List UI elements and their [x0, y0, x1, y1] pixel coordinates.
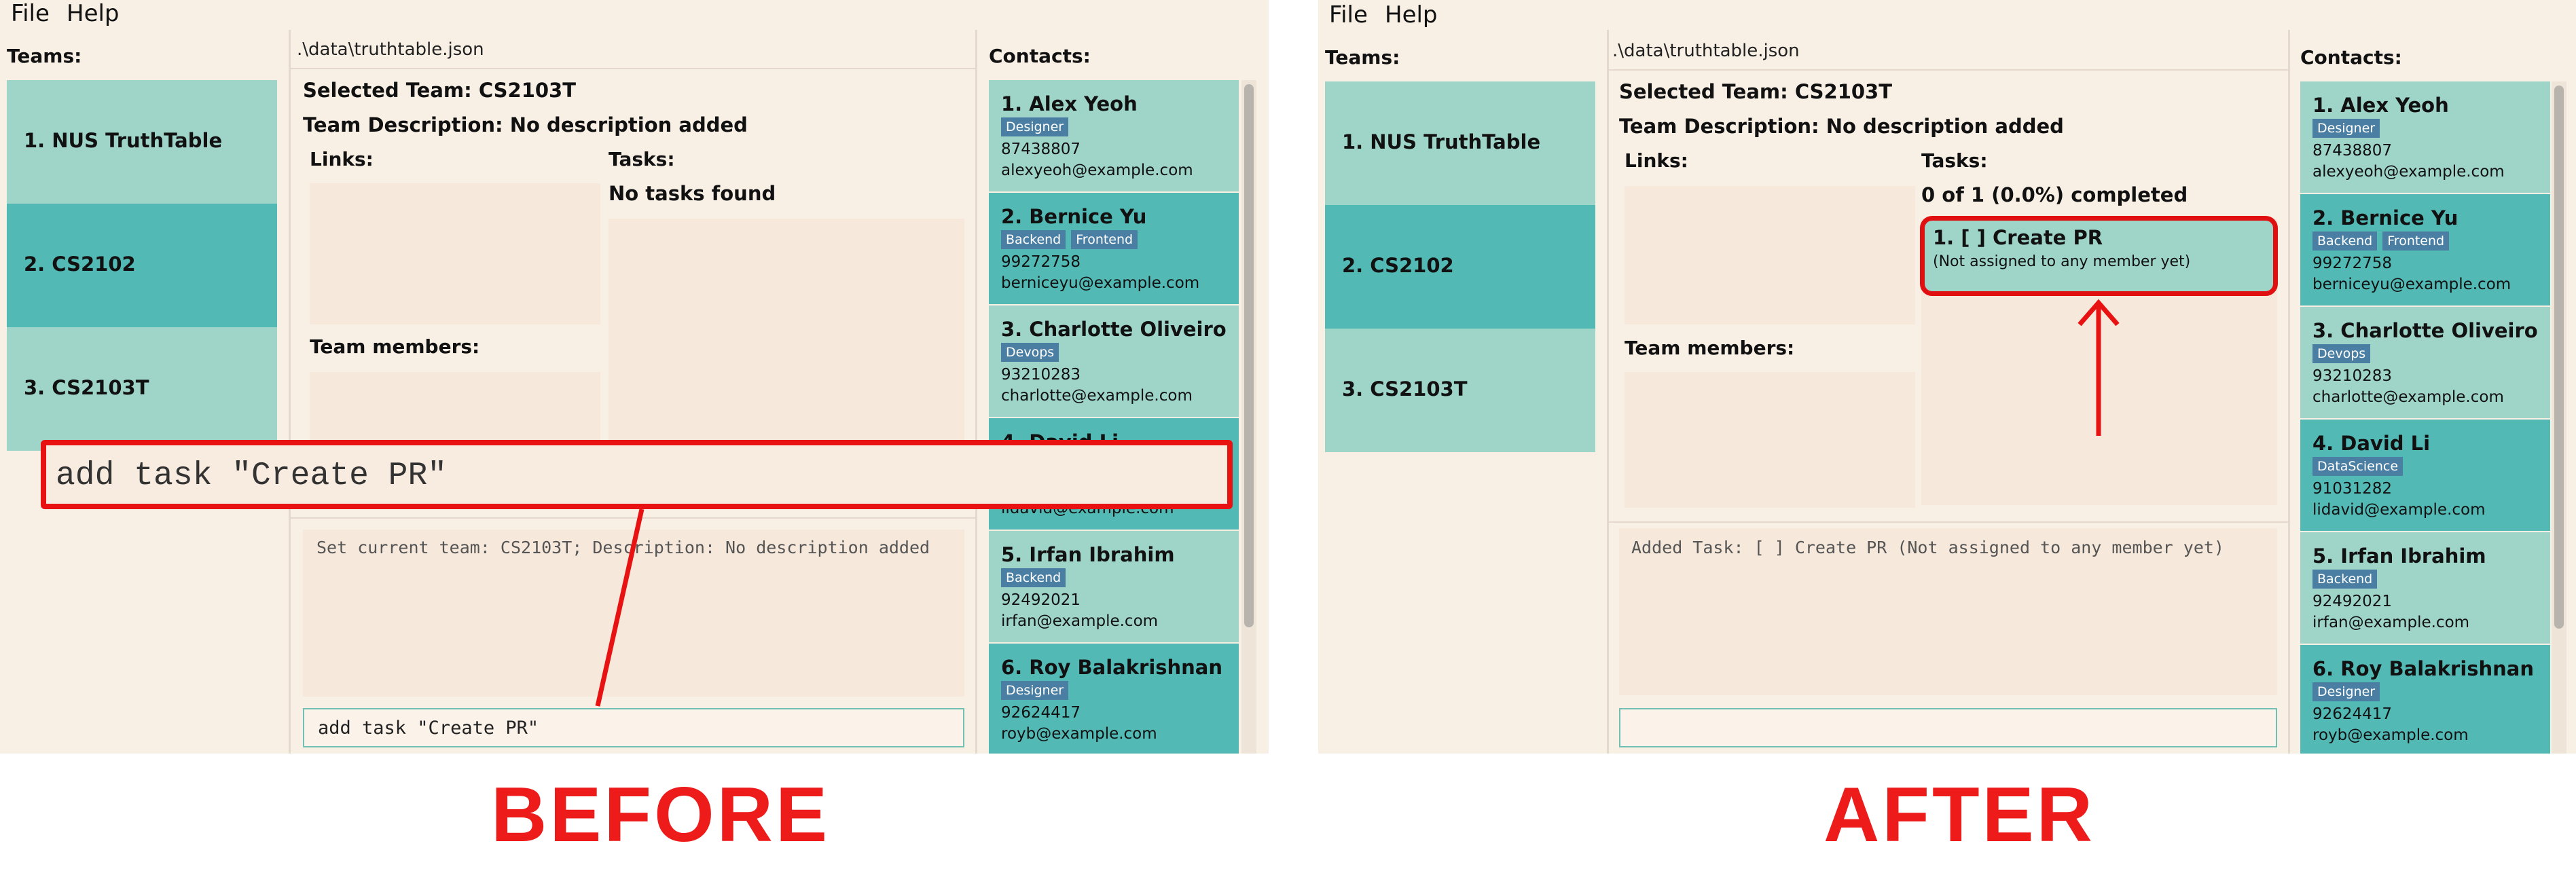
file-path: .\data\truthtable.json: [1612, 41, 1800, 61]
contact-tag: Designer: [2312, 119, 2380, 138]
contact-name: 5. Irfan Ibrahim: [2312, 544, 2486, 568]
team-label: 3. CS2103T: [1342, 377, 1468, 401]
team-label: 2. CS2102: [1342, 254, 1454, 277]
contact-email: irfan@example.com: [2312, 614, 2470, 631]
contact-email: charlotte@example.com: [2312, 388, 2504, 406]
contact-phone: 92492021: [2312, 593, 2393, 610]
links-list: [1625, 186, 1915, 325]
contact-phone: 92624417: [2312, 705, 2393, 723]
contact-card[interactable]: 5. Irfan Ibrahim Backend 92492021 irfan@…: [2300, 532, 2550, 644]
tasks-title: Tasks:: [1921, 149, 1988, 172]
contact-name: 4. David Li: [2312, 432, 2431, 455]
contact-tag: Designer: [2312, 682, 2380, 701]
contact-name: 2. Bernice Yu: [2312, 206, 2459, 229]
command-input[interactable]: [1619, 708, 2277, 747]
callout-text: add task "Create PR": [56, 458, 448, 494]
selected-team: Selected Team: CS2103T: [1619, 80, 1893, 103]
scrollbar-thumb[interactable]: [2554, 86, 2564, 629]
team-label: 1. NUS TruthTable: [1342, 130, 1541, 153]
contact-tag: Frontend: [2382, 231, 2450, 251]
contact-email: alexyeoh@example.com: [2312, 163, 2505, 181]
contact-phone: 91031282: [2312, 480, 2393, 498]
divider: [2288, 30, 2290, 754]
result-text: Added Task: [ ] Create PR (Not assigned …: [1631, 538, 2224, 557]
contact-name: 1. Alex Yeoh: [2312, 94, 2449, 117]
divider: [1609, 69, 2288, 71]
result-display: Added Task: [ ] Create PR (Not assigned …: [1619, 528, 2277, 695]
links-title: Links:: [1625, 149, 1688, 172]
divider: [1607, 30, 1609, 754]
task-title: 1. [ ] Create PR: [1933, 226, 2103, 249]
contact-phone: 99272758: [2312, 255, 2393, 272]
contact-card[interactable]: 4. David Li DataScience 91031282 lidavid…: [2300, 420, 2550, 531]
tasks-status: 0 of 1 (0.0%) completed: [1921, 183, 2188, 206]
before-label: BEFORE: [491, 772, 831, 858]
app-window-after: File Help Teams: 1. NUS TruthTable 2. CS…: [1318, 0, 2576, 754]
team-item[interactable]: 1. NUS TruthTable: [1325, 81, 1595, 205]
menu-help[interactable]: Help: [1385, 1, 1438, 29]
task-assignee: (Not assigned to any member yet): [1933, 253, 2191, 270]
contact-card[interactable]: 1. Alex Yeoh Designer 87438807 alexyeoh@…: [2300, 81, 2550, 193]
team-members-title: Team members:: [1625, 337, 1795, 359]
contact-tag: Devops: [2312, 344, 2371, 363]
contacts-scrollbar[interactable]: [2552, 81, 2566, 754]
team-members-list: [1625, 372, 1915, 508]
contact-tag: Backend: [2312, 231, 2378, 251]
teams-title: Teams:: [1325, 46, 1400, 69]
task-card-highlighted[interactable]: 1. [ ] Create PR (Not assigned to any me…: [1920, 216, 2278, 296]
annotation-pointer-line: [595, 508, 645, 707]
contact-email: lidavid@example.com: [2312, 501, 2486, 519]
contact-phone: 87438807: [2312, 142, 2393, 160]
after-label: AFTER: [1824, 772, 2095, 858]
contact-tag: DataScience: [2312, 457, 2403, 476]
contact-email: berniceyu@example.com: [2312, 276, 2511, 293]
contacts-title: Contacts:: [2300, 46, 2402, 69]
contact-card[interactable]: 6. Roy Balakrishnan Designer 92624417 ro…: [2300, 645, 2550, 754]
team-description: Team Description: No description added: [1619, 115, 2064, 138]
contact-email: royb@example.com: [2312, 726, 2469, 744]
contact-name: 6. Roy Balakrishnan: [2312, 657, 2535, 680]
contact-phone: 93210283: [2312, 367, 2393, 385]
contact-card[interactable]: 3. Charlotte Oliveiro Devops 93210283 ch…: [2300, 307, 2550, 418]
contact-name: 3. Charlotte Oliveiro: [2312, 319, 2538, 342]
team-item[interactable]: 2. CS2102: [1325, 205, 1595, 329]
divider: [1609, 521, 2288, 523]
menu-bar: File Help: [1318, 0, 2576, 30]
command-callout: add task "Create PR": [41, 440, 1233, 509]
team-item[interactable]: 3. CS2103T: [1325, 329, 1595, 452]
contact-tag: Backend: [2312, 570, 2378, 589]
annotation-arrow-icon: [2078, 299, 2120, 436]
contact-card[interactable]: 2. Bernice Yu Backend Frontend 99272758 …: [2300, 194, 2550, 305]
menu-file[interactable]: File: [1329, 1, 1368, 29]
